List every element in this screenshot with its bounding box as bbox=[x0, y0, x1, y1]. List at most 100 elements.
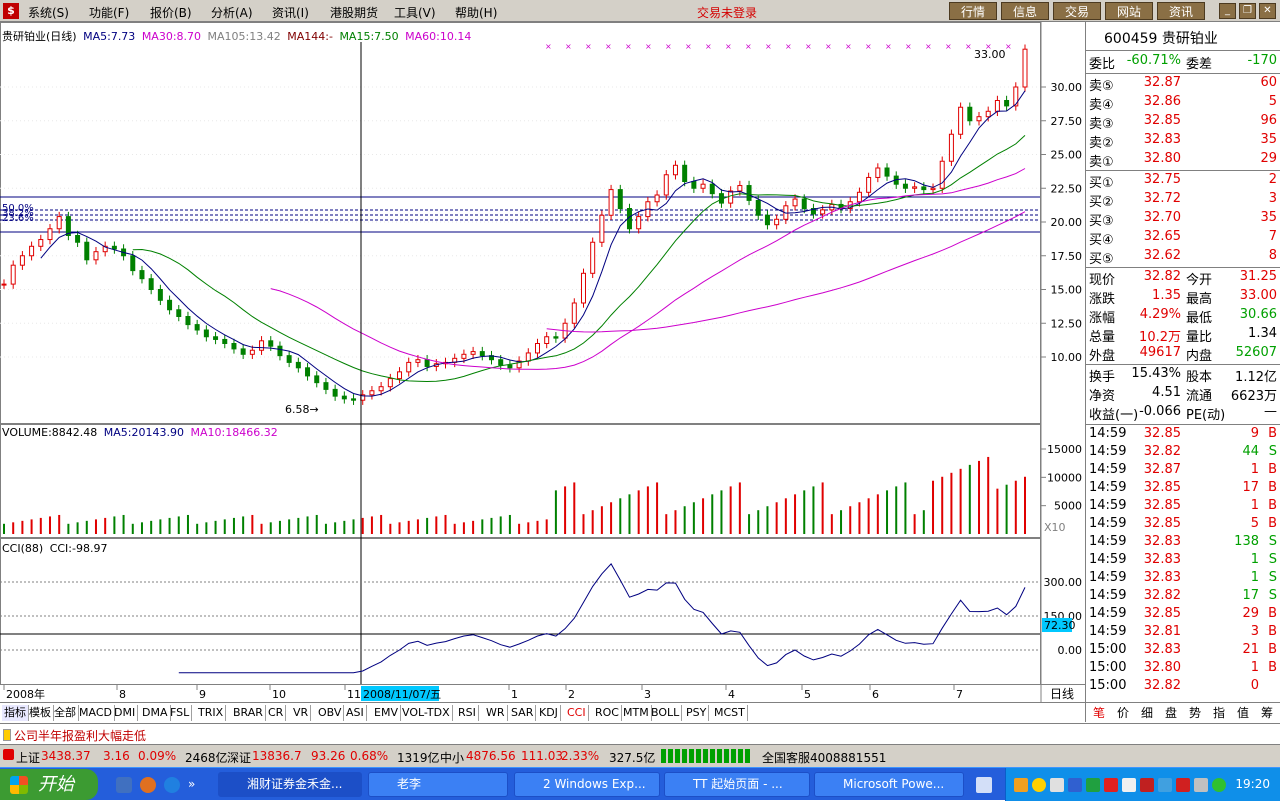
nav-trade-button[interactable]: 交易 bbox=[1053, 2, 1101, 20]
taskbar-extra-icon[interactable] bbox=[976, 777, 992, 793]
close-icon[interactable]: ✕ bbox=[1259, 3, 1276, 19]
tick-volume: 9 bbox=[1250, 426, 1259, 441]
indicator-tab-cr[interactable]: CR bbox=[266, 705, 287, 721]
indicator-tab-vr[interactable]: VR bbox=[291, 705, 312, 721]
tray-icon-9[interactable] bbox=[1158, 778, 1172, 792]
tray-icon-10[interactable] bbox=[1176, 778, 1190, 792]
indicator-tab-boll[interactable]: BOLL bbox=[649, 705, 683, 721]
stat-value: — bbox=[1264, 404, 1277, 419]
indicator-tab-brar[interactable]: BRAR bbox=[231, 705, 266, 721]
right-tab-3[interactable]: 盘 bbox=[1160, 705, 1182, 721]
nav-news-button[interactable]: 资讯 bbox=[1157, 2, 1205, 20]
start-button[interactable]: 开始 bbox=[0, 769, 98, 800]
right-tab-4[interactable]: 势 bbox=[1184, 705, 1206, 721]
signal-marker: × bbox=[865, 42, 872, 51]
nav-market-button[interactable]: 行情 bbox=[949, 2, 997, 20]
menu-function[interactable]: 功能(F) bbox=[89, 4, 129, 21]
stat-value: 52607 bbox=[1235, 345, 1277, 360]
volume-bar bbox=[297, 517, 300, 534]
indicator-tab-mcst[interactable]: MCST bbox=[712, 705, 748, 721]
indicator-tab-rsi[interactable]: RSI bbox=[456, 705, 479, 721]
right-tab-0[interactable]: 笔 bbox=[1088, 705, 1110, 721]
stat-label: 最高 bbox=[1186, 292, 1213, 307]
candle-body bbox=[792, 198, 798, 207]
tick-row: 14:59 32.83 1 S bbox=[1086, 570, 1280, 589]
tray-icon-3[interactable] bbox=[1050, 778, 1064, 792]
stat-value: 1.34 bbox=[1248, 326, 1277, 341]
tray-qq-icon[interactable] bbox=[1032, 778, 1046, 792]
indicator-tab-dmi[interactable]: DMI bbox=[112, 705, 139, 721]
trade-login-status[interactable]: 交易未登录 bbox=[697, 4, 757, 21]
quicklaunch-pen-icon[interactable] bbox=[116, 777, 132, 793]
tray-icon-1[interactable] bbox=[1014, 778, 1028, 792]
tray-icon-6[interactable] bbox=[1104, 778, 1118, 792]
indicator-tab-vol-tdx[interactable]: VOL-TDX bbox=[400, 705, 453, 721]
menu-hk-futures[interactable]: 港股期货 bbox=[330, 4, 378, 21]
right-tab-7[interactable]: 筹 bbox=[1256, 705, 1278, 721]
candle-body bbox=[875, 167, 881, 178]
indicator-tab-mtm[interactable]: MTM bbox=[621, 705, 652, 721]
tick-side: S bbox=[1268, 444, 1277, 459]
restore-icon[interactable]: ❐ bbox=[1239, 3, 1256, 19]
volume-bar bbox=[794, 494, 797, 534]
taskbar-btn-explorer[interactable]: 2 Windows Exp... bbox=[514, 772, 660, 797]
right-tab-1[interactable]: 价 bbox=[1112, 705, 1134, 721]
menu-help[interactable]: 帮助(H) bbox=[455, 4, 497, 21]
legend-volume: VOLUME:8842.48 bbox=[2, 426, 98, 439]
menu-quote[interactable]: 报价(B) bbox=[150, 4, 192, 21]
indicator-tab-kdj[interactable]: KDJ bbox=[537, 705, 561, 721]
nav-info-button[interactable]: 信息 bbox=[1001, 2, 1049, 20]
menu-analysis[interactable]: 分析(A) bbox=[211, 4, 253, 21]
indicator-tab-psy[interactable]: PSY bbox=[684, 705, 710, 721]
bid-row: 买② 32.72 3 bbox=[1086, 191, 1280, 210]
tick-time: 15:00 bbox=[1089, 660, 1127, 675]
tray-icon-8[interactable] bbox=[1140, 778, 1154, 792]
indicator-tab-obv[interactable]: OBV bbox=[316, 705, 345, 721]
indicator-tab-dma[interactable]: DMA bbox=[140, 705, 171, 721]
indicator-tab-全部[interactable]: 全部 bbox=[52, 705, 79, 721]
right-tab-5[interactable]: 指 bbox=[1208, 705, 1230, 721]
menu-info[interactable]: 资讯(I) bbox=[272, 4, 309, 21]
indicator-tab-cci[interactable]: CCI bbox=[565, 705, 589, 721]
indicator-tab-wr[interactable]: WR bbox=[484, 705, 508, 721]
news-icon bbox=[3, 729, 11, 741]
quicklaunch-firefox-icon[interactable] bbox=[140, 777, 156, 793]
chart-area[interactable]: 30.00 27.50 25.00 22.50 20.00 17.50 15.00 12.50… bbox=[0, 22, 1085, 702]
indicator-tab-指标[interactable]: 指标 bbox=[2, 705, 29, 721]
tray-network-icon[interactable] bbox=[1212, 778, 1226, 792]
indicator-tab-emv[interactable]: EMV bbox=[372, 705, 401, 721]
tray-icon-4[interactable] bbox=[1068, 778, 1082, 792]
taskbar-btn-powerpoint[interactable]: Microsoft Powe... bbox=[814, 772, 964, 797]
indicator-tab-trix[interactable]: TRIX bbox=[196, 705, 227, 721]
volume-bar bbox=[564, 486, 567, 534]
taskbar-btn-laoli[interactable]: 老李 bbox=[368, 772, 508, 797]
nav-website-button[interactable]: 网站 bbox=[1105, 2, 1153, 20]
quicklaunch-ie-icon[interactable] bbox=[164, 777, 180, 793]
menu-tools[interactable]: 工具(V) bbox=[394, 4, 436, 21]
news-ticker[interactable]: 公司半年报盈利大幅走低 bbox=[0, 723, 1280, 745]
indicator-tab-macd[interactable]: MACD bbox=[77, 705, 115, 721]
indicator-tab-fsl[interactable]: FSL bbox=[168, 705, 193, 721]
indicator-tab-sar[interactable]: SAR bbox=[509, 705, 537, 721]
right-tab-6[interactable]: 值 bbox=[1232, 705, 1254, 721]
bid-price: 32.62 bbox=[1143, 248, 1181, 263]
tick-price: 32.83 bbox=[1143, 534, 1181, 549]
indicator-tab-模板[interactable]: 模板 bbox=[27, 705, 54, 721]
chart-canvas[interactable]: 30.0027.5025.0022.5020.0017.5015.0012.50… bbox=[0, 22, 1085, 702]
volume-bar bbox=[913, 514, 916, 534]
news-headline[interactable]: 公司半年报盈利大幅走低 bbox=[14, 727, 146, 744]
indicator-tab-asi[interactable]: ASI bbox=[344, 705, 367, 721]
legend-ma5: MA5:7.73 bbox=[83, 30, 136, 43]
taskbar-btn-tt[interactable]: TT 起始页面 - ... bbox=[664, 772, 810, 797]
quicklaunch-more-icon[interactable]: » bbox=[188, 777, 195, 791]
right-tab-2[interactable]: 细 bbox=[1136, 705, 1158, 721]
tray-icon-5[interactable] bbox=[1086, 778, 1100, 792]
indicator-tab-roc[interactable]: ROC bbox=[593, 705, 622, 721]
tray-volume-icon[interactable] bbox=[1194, 778, 1208, 792]
tick-price: 32.85 bbox=[1143, 516, 1181, 531]
tick-volume: 1 bbox=[1250, 462, 1259, 477]
menu-system[interactable]: 系统(S) bbox=[28, 4, 69, 21]
tray-icon-7[interactable] bbox=[1122, 778, 1136, 792]
minimize-icon[interactable]: _ bbox=[1219, 3, 1236, 19]
taskbar-btn-hxzq[interactable]: 湘财证券金禾金... bbox=[218, 772, 362, 797]
